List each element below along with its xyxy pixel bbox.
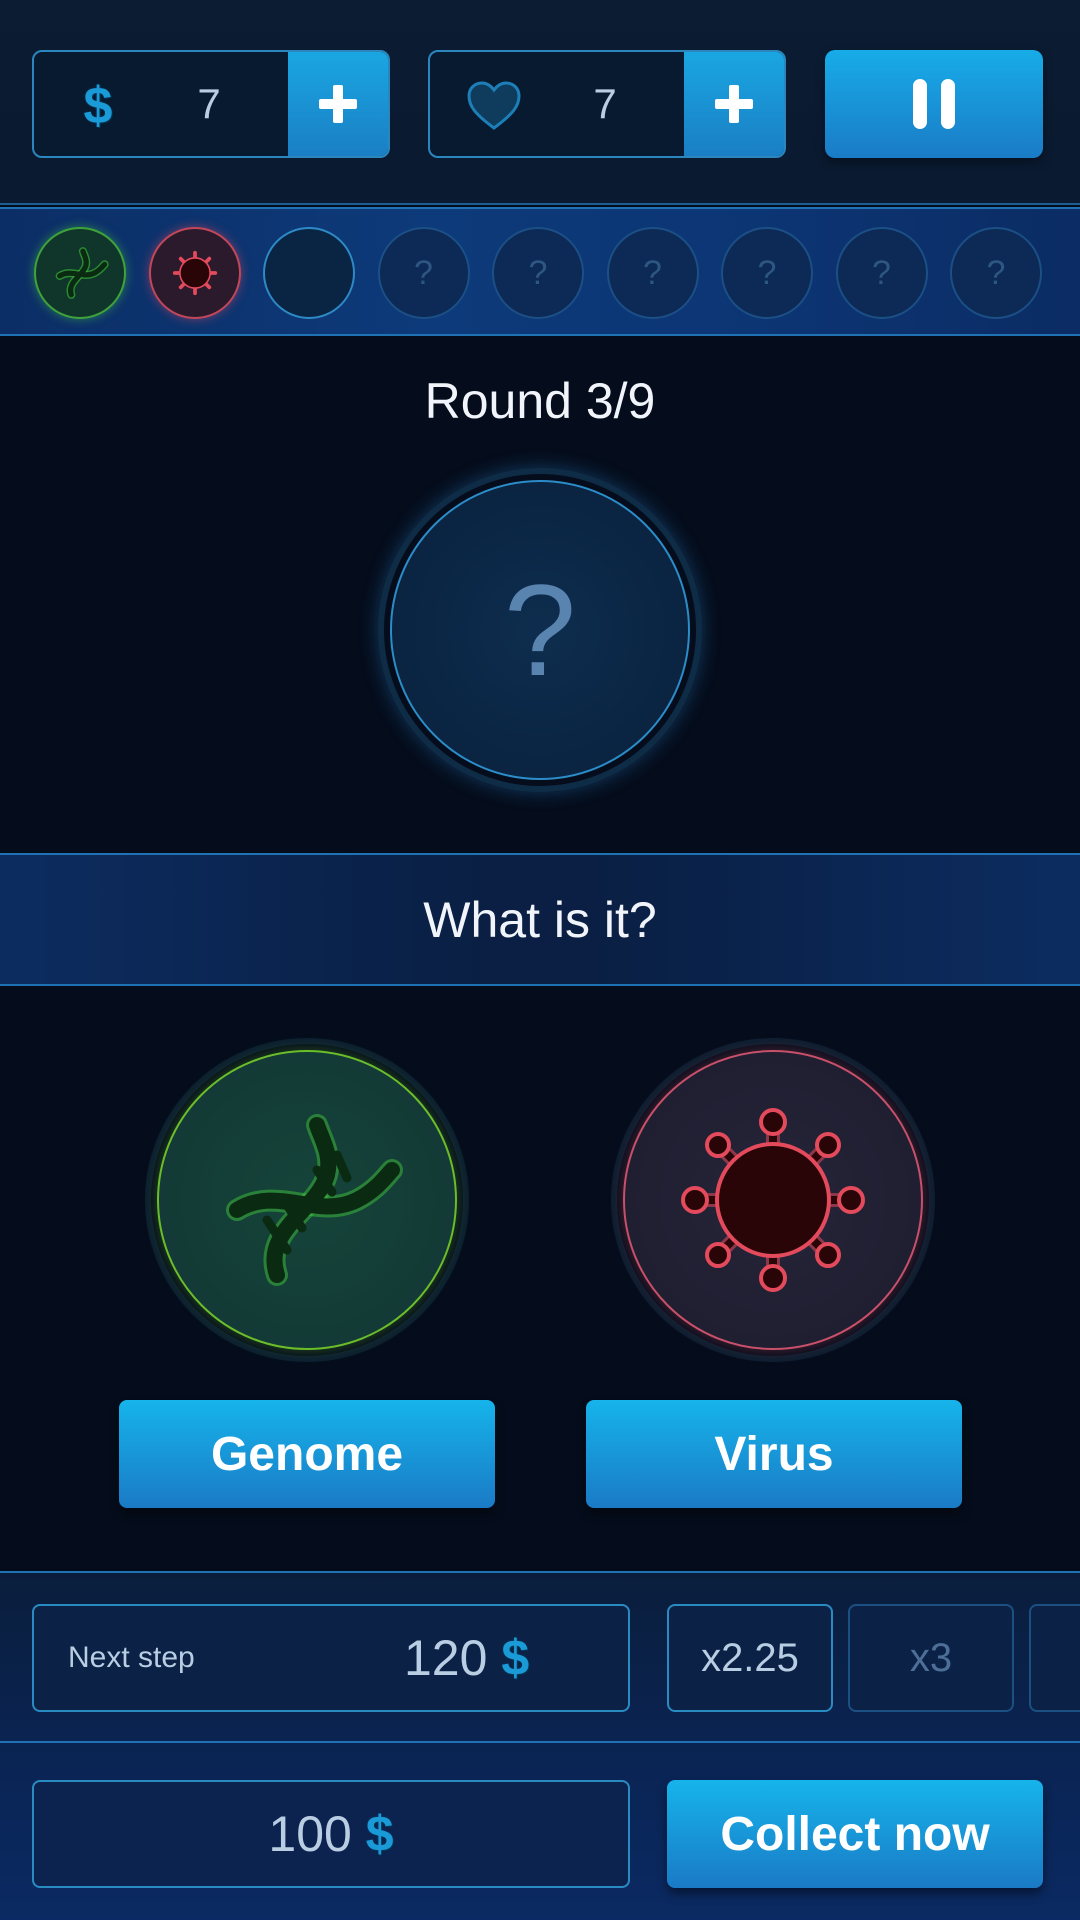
progress-slot-locked: ?: [950, 227, 1042, 319]
virus-choice-image[interactable]: [623, 1050, 923, 1350]
progress-slot-locked: ?: [721, 227, 813, 319]
dollar-icon: $: [501, 1630, 530, 1686]
next-step-amount: 120 $: [404, 1606, 529, 1710]
lives-counter: 7: [428, 50, 786, 158]
genome-button[interactable]: Genome: [119, 1400, 495, 1508]
progress-slot-locked: ?: [835, 227, 928, 319]
progress-slot-locked: ?: [492, 227, 584, 319]
next-step-label: Next step: [68, 1641, 195, 1674]
progress-slot-virus: [148, 227, 241, 319]
add-coins-button[interactable]: [288, 52, 388, 156]
dna-icon: [55, 247, 109, 299]
multiplier-next: x3: [848, 1604, 1014, 1712]
add-lives-button[interactable]: [684, 52, 784, 156]
next-step-value: 120: [404, 1630, 488, 1686]
plus-icon: [319, 85, 357, 123]
genome-choice-image[interactable]: [157, 1050, 457, 1350]
progress-slot-genome: [34, 227, 126, 319]
progress-slot-locked: ?: [606, 227, 699, 319]
lives-value: 7: [593, 80, 617, 127]
heart-icon: [462, 74, 526, 138]
virus-icon: [681, 1108, 865, 1292]
progress-slot-current: [263, 227, 355, 319]
collect-now-button[interactable]: Collect now: [667, 1780, 1043, 1888]
bank-amount-panel: 100 $: [32, 1780, 630, 1888]
virus-button[interactable]: Virus: [586, 1400, 962, 1508]
multiplier-current: x2.25: [667, 1604, 833, 1712]
progress-slot-locked: ?: [377, 227, 470, 319]
top-bar: $ 7 7: [0, 0, 1080, 205]
pause-icon: [913, 79, 955, 129]
round-title: Round 3/9: [424, 373, 656, 429]
coins-counter: $ 7: [32, 50, 390, 158]
pause-button[interactable]: [825, 50, 1043, 158]
dollar-icon: $: [83, 77, 113, 135]
multiplier-more: [1029, 1604, 1080, 1712]
mystery-item: ?: [390, 480, 690, 780]
coins-value: 7: [197, 80, 221, 127]
round-progress-strip: ??????: [0, 207, 1080, 336]
dna-icon: [226, 1114, 403, 1286]
dollar-icon: $: [365, 1806, 394, 1862]
virus-icon: [172, 250, 217, 296]
next-step-panel: Next step 120 $: [32, 1604, 630, 1712]
bottom-divider: [0, 1741, 1080, 1743]
bank-value: 100: [268, 1806, 352, 1862]
plus-icon: [715, 85, 753, 123]
question-banner: What is it?: [0, 853, 1080, 986]
